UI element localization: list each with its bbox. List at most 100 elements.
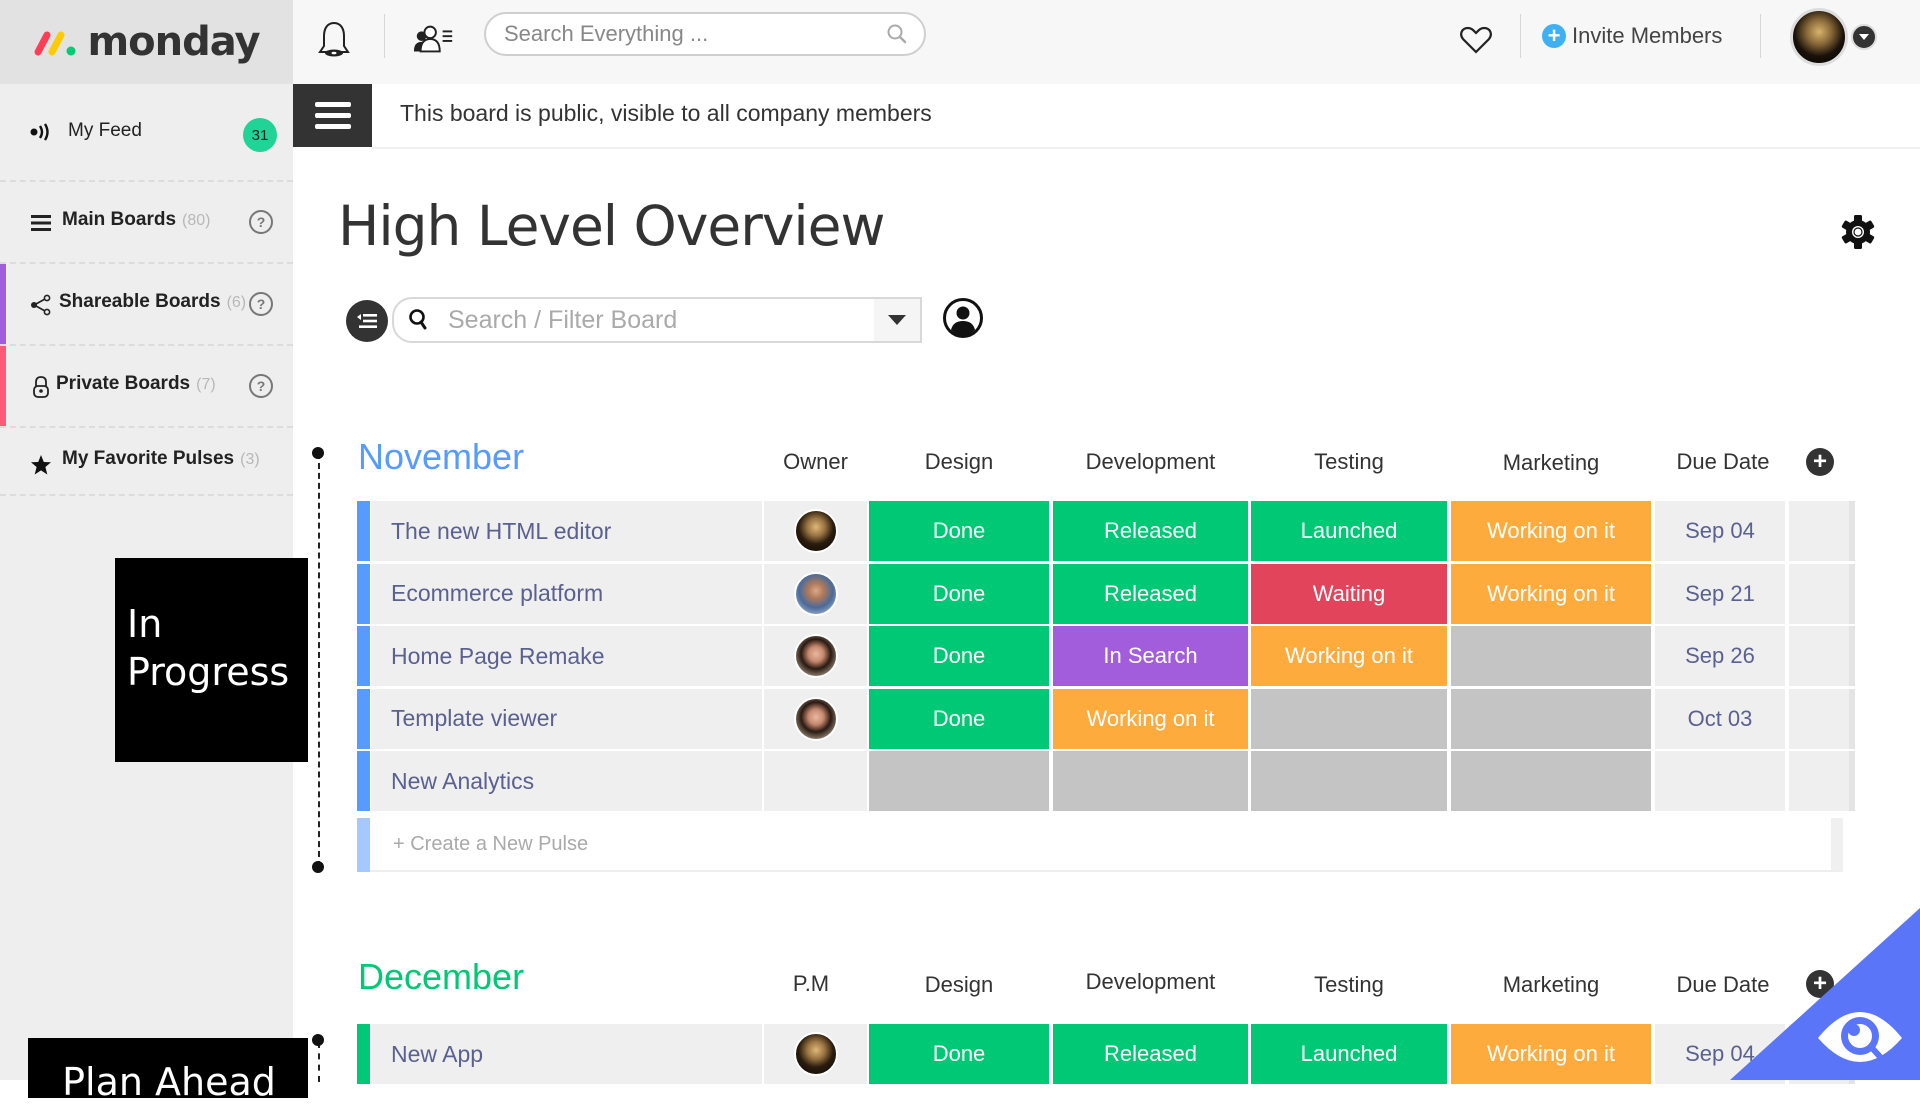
- marketing-status-cell[interactable]: [1451, 688, 1651, 749]
- sidebar-item-private-boards[interactable]: Private Boards (7) ?: [0, 346, 293, 428]
- owner-cell[interactable]: [764, 1024, 867, 1084]
- group-title-december[interactable]: December: [358, 956, 524, 998]
- table-row[interactable]: New App Done Released Launched Working on it…: [357, 1024, 1855, 1084]
- avatar[interactable]: [793, 696, 838, 741]
- design-status-cell[interactable]: [869, 751, 1049, 811]
- empty-cell[interactable]: [1789, 501, 1855, 561]
- column-header-development[interactable]: Development: [1053, 969, 1248, 995]
- development-status-cell[interactable]: Released: [1053, 563, 1248, 624]
- due-date-cell[interactable]: Sep 21: [1655, 563, 1785, 624]
- avatar[interactable]: [793, 509, 838, 553]
- table-row[interactable]: The new HTML editor Done Released Launched W…: [357, 501, 1855, 561]
- column-header-testing[interactable]: Testing: [1251, 972, 1447, 998]
- column-header-marketing[interactable]: Marketing: [1451, 450, 1651, 476]
- eye-search-icon[interactable]: [1730, 908, 1920, 1080]
- empty-cell[interactable]: [1789, 626, 1855, 686]
- due-date-cell[interactable]: [1655, 751, 1785, 811]
- filter-dropdown-button[interactable]: [874, 299, 920, 341]
- group-title-november[interactable]: November: [358, 436, 524, 478]
- development-status-cell[interactable]: Released: [1053, 1024, 1248, 1084]
- filter-toggle-button[interactable]: [346, 300, 388, 342]
- design-status-cell[interactable]: Done: [869, 626, 1049, 686]
- due-date-cell[interactable]: Oct 03: [1655, 688, 1785, 749]
- avatar[interactable]: [793, 634, 838, 678]
- marketing-status-cell[interactable]: Working on it: [1451, 501, 1651, 561]
- sidebar-item-main-boards[interactable]: Main Boards (80) ?: [0, 182, 293, 264]
- board-title[interactable]: High Level Overview: [338, 194, 885, 258]
- sidebar-item-shareable-boards[interactable]: Shareable Boards (6) ?: [0, 264, 293, 346]
- logo[interactable]: monday: [0, 0, 293, 84]
- avatar[interactable]: [793, 571, 838, 616]
- empty-cell[interactable]: [1789, 751, 1855, 811]
- table-row[interactable]: Home Page Remake Done In Search Working on …: [357, 626, 1855, 686]
- marketing-status-cell[interactable]: [1451, 751, 1651, 811]
- testing-status-cell[interactable]: Working on it: [1251, 626, 1447, 686]
- column-header-marketing[interactable]: Marketing: [1451, 972, 1651, 998]
- column-header-testing[interactable]: Testing: [1251, 449, 1447, 475]
- development-status-cell[interactable]: Working on it: [1053, 688, 1248, 749]
- table-row[interactable]: Template viewer Done Working on it Oct 03: [357, 688, 1855, 749]
- pulse-name-cell[interactable]: New Analytics: [371, 751, 762, 811]
- marketing-status-cell[interactable]: [1451, 626, 1651, 686]
- add-column-button[interactable]: +: [1806, 448, 1834, 476]
- empty-cell[interactable]: [1789, 688, 1855, 749]
- column-header-development[interactable]: Development: [1053, 449, 1248, 475]
- development-status-cell[interactable]: In Search: [1053, 626, 1248, 686]
- testing-status-cell[interactable]: Launched: [1251, 1024, 1447, 1084]
- design-status-cell[interactable]: Done: [869, 688, 1049, 749]
- pulse-name-cell[interactable]: Template viewer: [371, 688, 762, 749]
- owner-cell[interactable]: [764, 688, 867, 749]
- due-date-cell[interactable]: Sep 04: [1655, 501, 1785, 561]
- marketing-status-cell[interactable]: Working on it: [1451, 1024, 1651, 1084]
- person-filter-button[interactable]: [942, 297, 984, 339]
- pulse-name-cell[interactable]: Home Page Remake: [371, 626, 762, 686]
- column-header-owner[interactable]: Owner: [764, 449, 867, 475]
- pulse-name-cell[interactable]: The new HTML editor: [371, 501, 762, 561]
- development-status-cell[interactable]: [1053, 751, 1248, 811]
- board-filter-input[interactable]: [448, 305, 874, 335]
- design-status-cell[interactable]: Done: [869, 1024, 1049, 1084]
- design-status-cell[interactable]: Done: [869, 501, 1049, 561]
- pulse-name-cell[interactable]: New App: [371, 1024, 762, 1084]
- owner-cell[interactable]: [764, 501, 867, 561]
- global-search-input[interactable]: [504, 21, 886, 47]
- column-header-design[interactable]: Design: [869, 972, 1049, 998]
- owner-cell[interactable]: [764, 563, 867, 624]
- column-header-due-date[interactable]: Due Date: [1655, 449, 1791, 475]
- board-menu-button[interactable]: [293, 84, 372, 147]
- people-button[interactable]: [412, 18, 456, 62]
- testing-status-cell[interactable]: Launched: [1251, 501, 1447, 561]
- due-date-cell[interactable]: Sep 26: [1655, 626, 1785, 686]
- sidebar-item-favorite-pulses[interactable]: My Favorite Pulses (3): [0, 428, 293, 496]
- development-status-cell[interactable]: Released: [1053, 501, 1248, 561]
- board-settings-button[interactable]: [1838, 212, 1882, 256]
- help-icon[interactable]: ?: [249, 374, 273, 398]
- column-header-pm[interactable]: P.M: [764, 971, 858, 997]
- stage-label-in-progress: In Progress: [115, 558, 308, 762]
- sidebar-item-my-feed[interactable]: My Feed 31: [0, 84, 293, 182]
- avatar[interactable]: [793, 1032, 838, 1076]
- bell-icon: [318, 21, 350, 57]
- table-row[interactable]: New Analytics: [357, 751, 1855, 811]
- column-header-design[interactable]: Design: [869, 449, 1049, 475]
- testing-status-cell[interactable]: [1251, 751, 1447, 811]
- user-avatar[interactable]: [1790, 8, 1848, 66]
- help-icon[interactable]: ?: [249, 292, 273, 316]
- user-menu-button[interactable]: [1851, 24, 1877, 50]
- marketing-status-cell[interactable]: Working on it: [1451, 563, 1651, 624]
- table-row[interactable]: Ecommerce platform Done Released Waiting Wor…: [357, 563, 1855, 624]
- invite-members-button[interactable]: + Invite Members: [1542, 20, 1722, 52]
- notifications-button[interactable]: [312, 18, 356, 62]
- empty-cell[interactable]: [1789, 563, 1855, 624]
- board-count: (6): [226, 294, 247, 311]
- owner-cell[interactable]: [764, 751, 867, 811]
- search-icon[interactable]: [886, 23, 908, 45]
- pulse-name-cell[interactable]: Ecommerce platform: [371, 563, 762, 624]
- testing-status-cell[interactable]: Waiting: [1251, 563, 1447, 624]
- testing-status-cell[interactable]: [1251, 688, 1447, 749]
- create-pulse-row[interactable]: + Create a New Pulse: [357, 818, 1843, 872]
- owner-cell[interactable]: [764, 626, 867, 686]
- favorites-button[interactable]: [1454, 18, 1498, 62]
- design-status-cell[interactable]: Done: [869, 563, 1049, 624]
- help-icon[interactable]: ?: [249, 210, 273, 234]
